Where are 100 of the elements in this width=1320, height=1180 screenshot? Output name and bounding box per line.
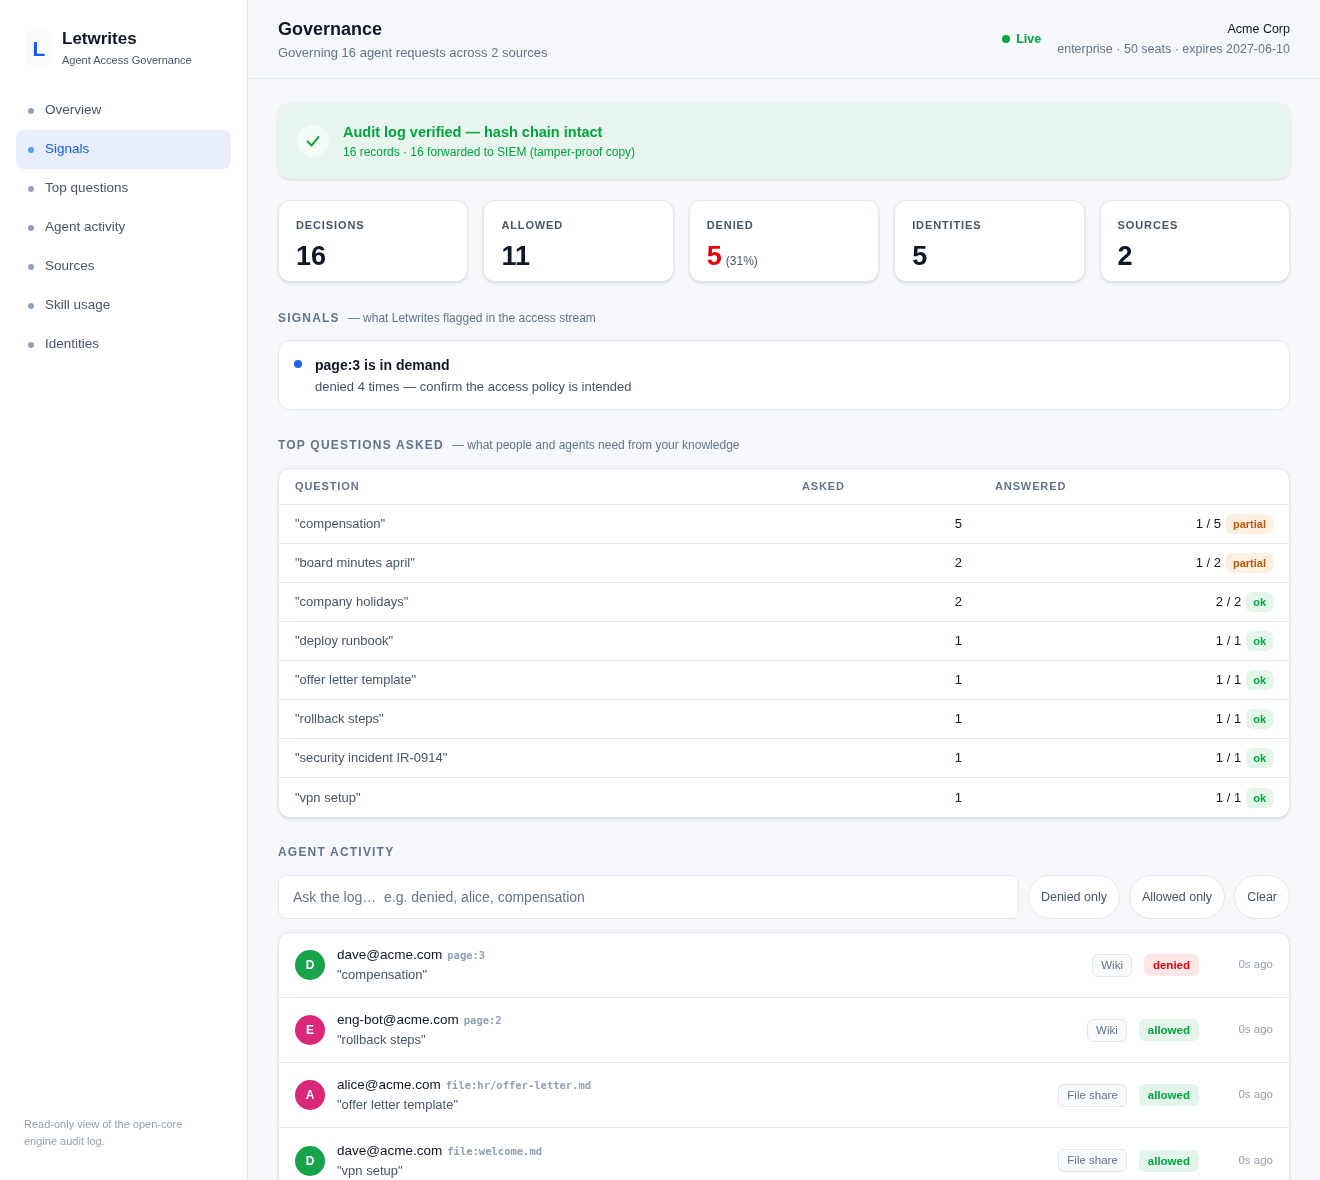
stat-value: 11 <box>501 242 530 270</box>
footer-note: Read-only view of the open-core engine audit log. <box>23 1117 184 1149</box>
section-heading: SIGNALS <box>278 310 340 327</box>
identity-email: eng-bot@acme.com <box>337 1011 459 1029</box>
table-cell-text: "offer letter template" <box>295 671 417 690</box>
status-badge: ok <box>1246 787 1273 808</box>
filter-button[interactable]: Allowed only <box>1128 875 1226 919</box>
filter-button[interactable]: Clear <box>1234 875 1290 919</box>
source-tag: Wiki <box>1087 1018 1127 1042</box>
filter-button[interactable]: Denied only <box>1027 875 1120 919</box>
user-avatar: E <box>295 1015 325 1045</box>
timestamp: 0s ago <box>1237 1022 1273 1038</box>
table-cell-text: 1 / 1 <box>1215 749 1242 768</box>
banner-detail: 16 records · 16 forwarded to SIEM (tamper-proof copy) <box>343 144 636 160</box>
resource-path: page:2 <box>463 1013 502 1028</box>
status-badge: ok <box>1246 670 1273 690</box>
table-cell-text: 1 <box>953 710 962 729</box>
column-header: QUESTION <box>295 479 361 495</box>
user-avatar: A <box>295 1080 325 1110</box>
table-cell-text: 1 <box>953 788 962 807</box>
query-text: "rollback steps" <box>337 1031 426 1049</box>
table-cell-text: 2 <box>953 554 962 573</box>
column-header: ANSWERED <box>995 479 1068 495</box>
table-cell-text: 1 / 1 <box>1215 788 1242 807</box>
table-cell-text: "deploy runbook" <box>295 632 395 651</box>
bullet-icon <box>28 302 34 309</box>
banner-title: Audit log verified — hash chain intact <box>343 123 604 142</box>
table-cell-text: "vpn setup" <box>295 788 362 807</box>
table-cell-text: 1 / 1 <box>1215 671 1242 690</box>
table-cell-text: "security incident IR-0914" <box>295 749 449 768</box>
table-cell-text: 1 <box>953 749 962 768</box>
stat-value: 2 <box>1117 242 1133 270</box>
table-cell-text: "compensation" <box>295 515 387 534</box>
live-status: Live <box>1016 30 1042 48</box>
timestamp: 0s ago <box>1237 1152 1273 1168</box>
section-note: — what people and agents need from your knowledge <box>451 437 740 454</box>
identity-email: alice@acme.com <box>337 1076 441 1094</box>
nav-item[interactable]: Overview <box>16 91 231 130</box>
user-avatar: D <box>295 1145 325 1176</box>
table-cell-text: "board minutes april" <box>295 554 416 573</box>
page-title: Governance <box>278 17 384 41</box>
nav-item[interactable]: Sources <box>16 247 231 286</box>
brand-tagline: Agent Access Governance <box>62 53 192 68</box>
nav-item[interactable]: Skill usage <box>16 286 231 325</box>
bullet-icon <box>28 341 34 348</box>
bullet-icon <box>28 224 34 231</box>
nav-item[interactable]: Agent activity <box>16 208 231 247</box>
table-cell-text: 1 <box>953 632 962 651</box>
stat-value: 5 <box>912 242 928 270</box>
bullet-icon <box>28 263 34 270</box>
status-badge: ok <box>1246 631 1273 651</box>
decision-badge: allowed <box>1138 1019 1199 1041</box>
source-tag: File share <box>1058 1083 1127 1107</box>
table-cell-text: 2 / 2 <box>1215 593 1242 612</box>
table-cell-text: 1 / 5 <box>1195 515 1221 534</box>
stat-value: 16 <box>296 242 327 270</box>
stat-value: 5 <box>706 242 722 270</box>
nav-item[interactable]: Signals <box>16 130 231 169</box>
query-text: "vpn setup" <box>337 1161 403 1180</box>
source-tag: Wiki <box>1092 953 1132 977</box>
identity-email: dave@acme.com <box>337 946 443 964</box>
status-badge: ok <box>1246 709 1273 729</box>
decision-badge: denied <box>1143 954 1199 976</box>
table-cell-text: 1 / 1 <box>1215 632 1242 651</box>
column-header: ASKED <box>802 479 846 495</box>
stat-label: SOURCES <box>1117 218 1180 232</box>
status-badge: ok <box>1246 592 1273 612</box>
stat-label: IDENTITIES <box>912 218 983 232</box>
table-cell-text: 1 / 1 <box>1215 710 1242 729</box>
logo-mark: L <box>26 31 52 65</box>
timestamp: 0s ago <box>1237 1087 1273 1103</box>
decision-badge: allowed <box>1138 1149 1199 1172</box>
plan-details: enterprise · 50 seats · expires 2027-06-10 <box>1057 41 1290 58</box>
source-tag: File share <box>1058 1149 1127 1172</box>
nav-item[interactable]: Top questions <box>16 169 231 208</box>
bullet-icon <box>28 107 34 114</box>
status-badge: ok <box>1246 748 1273 768</box>
table-cell-text: 2 <box>953 593 962 612</box>
search-field[interactable]: Ask the log… e.g. denied, alice, compensation <box>278 875 1019 919</box>
signal-title: page:3 is in demand <box>315 356 451 375</box>
timestamp: 0s ago <box>1237 957 1273 973</box>
nav-item[interactable]: Identities <box>16 325 231 364</box>
brand-name: Letwrites <box>62 28 138 50</box>
page-subtitle: Governing 16 agent requests across 2 sources <box>278 43 548 62</box>
status-badge: partial <box>1226 514 1273 534</box>
signal-detail: denied 4 times — confirm the access policy is intended <box>315 378 632 396</box>
decision-badge: allowed <box>1138 1084 1199 1106</box>
org-name: Acme Corp <box>1227 21 1290 38</box>
query-text: "compensation" <box>337 966 428 984</box>
query-text: "offer letter template" <box>337 1096 458 1114</box>
stat-label: ALLOWED <box>501 218 565 232</box>
identity-email: dave@acme.com <box>337 1141 443 1160</box>
stat-note: (31%) <box>725 253 758 270</box>
table-cell-text: "company holidays" <box>295 593 410 612</box>
table-cell-text: 1 <box>953 671 962 690</box>
stat-label: DECISIONS <box>296 218 366 232</box>
resource-path: file:hr/offer-letter.md <box>445 1078 592 1093</box>
table-cell-text: 1 / 2 <box>1195 554 1221 573</box>
check-icon <box>297 125 329 157</box>
bullet-icon <box>28 185 34 192</box>
